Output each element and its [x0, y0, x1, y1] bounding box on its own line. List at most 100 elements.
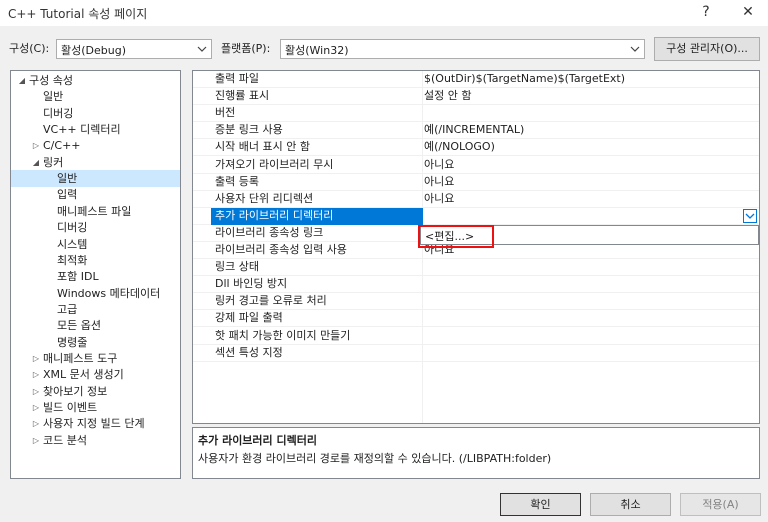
chevron-down-icon	[745, 213, 755, 219]
property-row[interactable]: 진행률 표시 설정 안 함	[193, 88, 759, 106]
tree-item[interactable]: 최적화	[11, 252, 180, 269]
tree-item[interactable]: ▷ 사용자 지정 빌드 단계	[11, 415, 180, 432]
property-row[interactable]: 핫 패치 가능한 이미지 만들기	[193, 328, 759, 345]
property-value[interactable]: $(OutDir)$(TargetName)$(TargetExt)	[424, 71, 759, 88]
config-combo[interactable]: 활성(Debug)	[56, 39, 212, 59]
tree-item[interactable]: 포함 IDL	[11, 268, 180, 285]
collapsed-arrow-icon[interactable]: ▷	[31, 366, 41, 383]
tree-item-label: 코드 분석	[43, 433, 87, 447]
property-value[interactable]	[424, 328, 759, 345]
property-value[interactable]	[424, 276, 759, 293]
property-name: 강제 파일 출력	[215, 311, 283, 325]
property-value[interactable]	[424, 345, 759, 362]
property-row[interactable]: 강제 파일 출력	[193, 310, 759, 328]
tree-item[interactable]: 고급	[11, 301, 180, 318]
property-row[interactable]: 섹션 특성 지정	[193, 345, 759, 362]
tree-item[interactable]: 디버깅	[11, 105, 180, 122]
help-button[interactable]: ?	[686, 0, 726, 26]
expanded-arrow-icon[interactable]: ◢	[17, 72, 27, 89]
tree-item-label: 디버깅	[43, 106, 74, 120]
property-row[interactable]: Dll 바인딩 방지	[193, 276, 759, 294]
collapsed-arrow-icon[interactable]: ▷	[31, 137, 41, 154]
tree-item-label: 입력	[57, 188, 78, 202]
property-value[interactable]	[424, 293, 759, 310]
platform-combo-value: 활성(Win32)	[285, 44, 349, 57]
property-value[interactable]	[424, 259, 759, 276]
tree-item[interactable]: 모든 옵션	[11, 317, 180, 334]
property-value[interactable]	[424, 310, 759, 327]
tree-item[interactable]: 매니페스트 파일	[11, 203, 180, 220]
property-tree[interactable]: ◢ 구성 속성 일반 디버깅 VC++ 디렉터리 ▷ C/C++ ◢ 링커 일반 입력 매니페스트 파…	[10, 70, 181, 479]
property-name: 라이브러리 종속성 입력 사용	[215, 243, 347, 256]
property-value[interactable]: 예(/INCREMENTAL)	[424, 122, 759, 139]
close-button[interactable]: ✕	[728, 0, 768, 26]
tree-item[interactable]: ▷ C/C++	[11, 137, 180, 154]
tree-item-label: 포함 IDL	[57, 270, 99, 284]
tree-item[interactable]: 일반	[11, 88, 180, 105]
collapsed-arrow-icon[interactable]: ▷	[31, 432, 41, 449]
property-row[interactable]: 증분 링크 사용 예(/INCREMENTAL)	[193, 122, 759, 140]
apply-button[interactable]: 적용(A)	[680, 493, 761, 516]
config-label: 구성(C):	[9, 42, 50, 55]
tree-item[interactable]: ▷ 매니페스트 도구	[11, 350, 180, 367]
tree-item[interactable]: ▷ 코드 분석	[11, 432, 180, 449]
property-name: 섹션 특성 지정	[215, 345, 283, 359]
tree-item[interactable]: ◢ 구성 속성	[11, 72, 180, 89]
tree-item[interactable]: Windows 메타데이터	[11, 285, 180, 302]
cancel-button[interactable]: 취소	[590, 493, 671, 516]
property-row[interactable]: 시작 배너 표시 안 함 예(/NOLOGO)	[193, 139, 759, 157]
ok-button[interactable]: 확인	[500, 493, 581, 516]
property-row[interactable]: 버전	[193, 105, 759, 123]
collapsed-arrow-icon[interactable]: ▷	[31, 415, 41, 432]
property-value[interactable]: 아니요	[424, 157, 759, 174]
tree-item-label: 구성 속성	[29, 74, 73, 87]
tree-item[interactable]: 일반	[11, 170, 180, 188]
property-value[interactable]	[424, 208, 759, 225]
tree-item[interactable]: 명령줄	[11, 334, 180, 351]
tree-item[interactable]: 디버깅	[11, 219, 180, 236]
property-row[interactable]: 가져오기 라이브러리 무시 아니요	[193, 157, 759, 174]
tree-item[interactable]: ▷ XML 문서 생성기	[11, 366, 180, 383]
property-value[interactable]: 예(/NOLOGO)	[424, 139, 759, 156]
tree-item-label: 시스템	[57, 237, 88, 251]
tree-item[interactable]: 입력	[11, 186, 180, 203]
property-row[interactable]: 사용자 단위 리디렉션 아니요	[193, 191, 759, 208]
property-row[interactable]: 추가 라이브러리 디렉터리	[193, 207, 759, 225]
property-value[interactable]: 아니요	[424, 174, 759, 191]
tree-item[interactable]: ▷ 찾아보기 정보	[11, 383, 180, 400]
tree-item[interactable]: ◢ 링커	[11, 154, 180, 171]
property-value[interactable]: 설정 안 함	[424, 88, 759, 105]
property-name: 라이브러리 종속성 링크	[215, 225, 324, 239]
platform-combo[interactable]: 활성(Win32)	[280, 39, 645, 59]
chevron-down-icon	[197, 46, 207, 52]
tree-item[interactable]: VC++ 디렉터리	[11, 121, 180, 138]
tree-item-label: 모든 옵션	[57, 319, 101, 333]
tree-item-label: 링커	[43, 155, 64, 169]
tree-item-label: 매니페스트 파일	[57, 204, 132, 218]
tree-item-label: 사용자 지정 빌드 단계	[43, 417, 145, 431]
collapsed-arrow-icon[interactable]: ▷	[31, 399, 41, 416]
property-row[interactable]: 링커 경고를 오류로 처리	[193, 293, 759, 311]
property-name: 링크 상태	[215, 260, 259, 274]
property-value[interactable]	[424, 105, 759, 122]
collapsed-arrow-icon[interactable]: ▷	[31, 350, 41, 367]
tree-item-label: 고급	[57, 302, 78, 316]
expanded-arrow-icon[interactable]: ◢	[31, 154, 41, 171]
property-name: 링커 경고를 오류로 처리	[215, 294, 327, 308]
tree-item-label: 매니페스트 도구	[43, 351, 118, 365]
property-name: 추가 라이브러리 디렉터리	[211, 207, 423, 225]
property-row[interactable]: 링크 상태	[193, 259, 759, 277]
config-manager-button[interactable]: 구성 관리자(O)...	[654, 37, 760, 61]
property-name: 사용자 단위 리디렉션	[215, 191, 314, 205]
description-title: 추가 라이브러리 디렉터리	[198, 434, 317, 447]
property-row[interactable]: 출력 등록 아니요	[193, 174, 759, 191]
tree-item-label: 빌드 이벤트	[43, 401, 98, 414]
property-name: 버전	[215, 106, 236, 120]
dropdown-button[interactable]	[743, 208, 757, 223]
tree-item[interactable]: ▷ 빌드 이벤트	[11, 399, 180, 416]
collapsed-arrow-icon[interactable]: ▷	[31, 383, 41, 400]
property-row[interactable]: 출력 파일 $(OutDir)$(TargetName)$(TargetExt)	[193, 71, 759, 88]
property-value[interactable]: 아니요	[424, 191, 759, 208]
tree-item[interactable]: 시스템	[11, 236, 180, 253]
tree-item-label: 명령줄	[57, 335, 88, 349]
